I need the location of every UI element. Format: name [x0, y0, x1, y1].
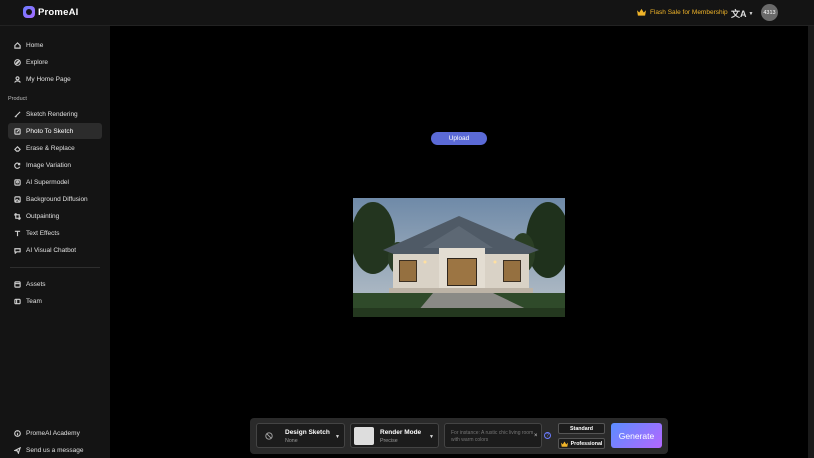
render-mode-thumbnail [354, 427, 374, 445]
sidebar-item-label: Outpainting [26, 212, 60, 220]
chat-icon [14, 247, 21, 254]
language-selector[interactable]: 文A ▼ [731, 7, 753, 20]
sidebar-item-label: Home [26, 41, 44, 49]
sidebar-item-label: Photo To Sketch [26, 127, 74, 135]
standard-mode-label: Standard [570, 425, 593, 432]
logo-icon [23, 6, 35, 18]
prompt-input[interactable]: For instance: A rustic chic living room … [444, 423, 542, 448]
sidebar-item-send-message[interactable]: Send us a message [8, 442, 102, 458]
help-icon[interactable]: ? [544, 432, 551, 439]
sidebar-item-label: Erase & Replace [26, 144, 75, 152]
design-sketch-title: Design Sketch [285, 429, 330, 436]
text-icon [14, 230, 21, 237]
sidebar-item-erase-replace[interactable]: Erase & Replace [8, 140, 102, 156]
image-icon [14, 195, 21, 203]
sidebar-item-label: Team [26, 297, 42, 305]
generate-button[interactable]: Generate [611, 423, 662, 448]
professional-mode-button[interactable]: Professional [558, 438, 605, 449]
chevron-down-icon: ▼ [335, 434, 340, 440]
sidebar-item-explore[interactable]: Explore [8, 54, 102, 70]
sidebar-item-label: PromeAI Academy [26, 429, 80, 437]
sidebar-item-image-variation[interactable]: Image Variation [8, 157, 102, 173]
sidebar-item-sketch-rendering[interactable]: Sketch Rendering [8, 106, 102, 122]
home-icon [14, 41, 21, 49]
logo-text: PromeAI [38, 6, 79, 18]
render-mode-title: Render Mode [380, 429, 422, 436]
sidebar-item-label: Assets [26, 280, 46, 288]
eraser-icon [14, 145, 21, 152]
sidebar-item-ai-supermodel[interactable]: AI Supermodel [8, 174, 102, 190]
sidebar-item-team[interactable]: Team [8, 293, 102, 309]
sidebar-item-background-diffusion[interactable]: Background Diffusion [8, 191, 102, 207]
folder-icon [14, 280, 21, 288]
flash-sale-link[interactable]: Flash Sale for Membership [637, 8, 728, 16]
professional-mode-label: Professional [570, 440, 603, 447]
scrollbar[interactable] [808, 26, 814, 458]
section-label-product: Product [8, 96, 27, 102]
sidebar-item-label: Explore [26, 58, 49, 66]
expand-icon [14, 212, 21, 220]
design-sketch-value: None [285, 438, 298, 444]
user-icon [14, 75, 21, 83]
upload-button[interactable]: Upload [431, 132, 487, 145]
sidebar: Home Explore My Home Page Product Sketch… [0, 26, 110, 458]
sidebar-item-assets[interactable]: Assets [8, 276, 102, 292]
sidebar-item-home[interactable]: Home [8, 37, 102, 53]
sidebar-item-academy[interactable]: PromeAI Academy [8, 425, 102, 441]
crown-icon [637, 8, 646, 16]
design-sketch-selector[interactable]: Design Sketch None ▼ [256, 423, 345, 448]
clear-icon[interactable]: × [534, 433, 538, 439]
chevron-down-icon: ▼ [429, 434, 434, 440]
sidebar-item-label: AI Visual Chatbot [26, 246, 77, 254]
chevron-down-icon: ▼ [748, 10, 754, 17]
sidebar-item-label: Send us a message [26, 446, 84, 454]
standard-mode-button[interactable]: Standard [558, 423, 605, 434]
uploaded-image-preview[interactable] [353, 198, 565, 317]
send-icon [14, 446, 21, 454]
sidebar-item-my-home-page[interactable]: My Home Page [8, 71, 102, 87]
translate-icon: 文A [731, 9, 747, 19]
sidebar-item-label: Text Effects [26, 229, 60, 237]
top-bar: PromeAI Flash Sale for Membership 文A ▼ 4… [0, 0, 814, 26]
brush-icon [14, 110, 21, 118]
logo[interactable]: PromeAI [23, 6, 78, 18]
sidebar-item-label: My Home Page [26, 75, 71, 83]
sidebar-item-photo-to-sketch[interactable]: Photo To Sketch [8, 123, 102, 139]
pencil-square-icon [14, 127, 21, 135]
avatar[interactable]: 4313 [761, 4, 778, 21]
divider [10, 267, 100, 268]
sidebar-item-ai-visual-chatbot[interactable]: AI Visual Chatbot [8, 242, 102, 258]
sidebar-item-outpainting[interactable]: Outpainting [8, 208, 102, 224]
crown-icon [560, 441, 568, 447]
refresh-icon [14, 162, 21, 169]
house-photo [353, 198, 565, 317]
person-icon [14, 178, 21, 186]
sidebar-item-label: Sketch Rendering [26, 110, 78, 118]
sidebar-item-label: Image Variation [26, 161, 72, 169]
sidebar-item-text-effects[interactable]: Text Effects [8, 225, 102, 241]
render-mode-selector[interactable]: Render Mode Precise ▼ [350, 423, 439, 448]
flash-sale-label: Flash Sale for Membership [650, 8, 728, 16]
info-icon [14, 429, 21, 437]
compass-icon [14, 58, 21, 66]
sidebar-item-label: Background Diffusion [26, 195, 88, 203]
render-mode-value: Precise [380, 438, 398, 444]
team-icon [14, 298, 21, 305]
ban-icon [265, 432, 273, 440]
prompt-placeholder: For instance: A rustic chic living room … [451, 430, 534, 443]
sidebar-item-label: AI Supermodel [26, 178, 69, 186]
generation-toolbar: Design Sketch None ▼ Render Mode Precise… [250, 418, 668, 454]
